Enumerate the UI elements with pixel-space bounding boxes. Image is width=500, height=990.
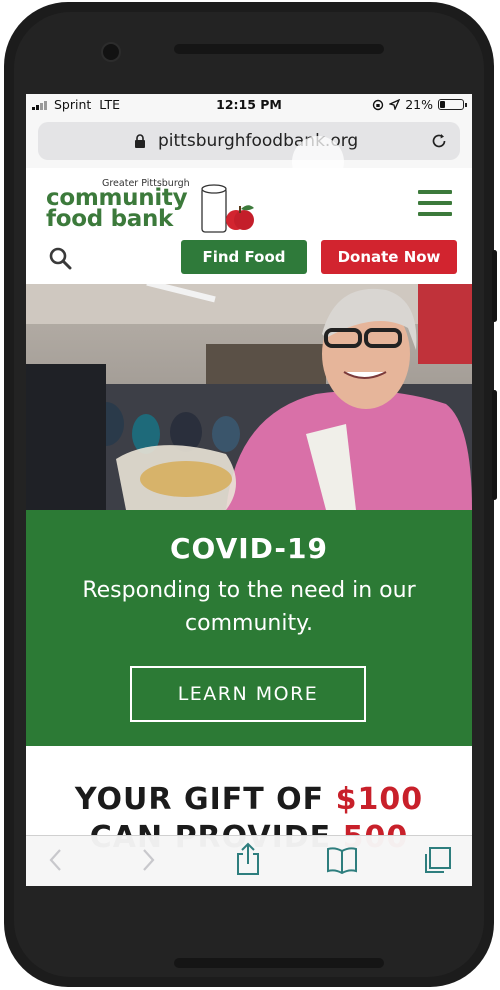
orientation-lock-icon xyxy=(373,99,384,110)
phone-screen: Sprint LTE 12:15 PM 21% pittsburghfoodba… xyxy=(26,94,472,886)
bookmarks-icon[interactable] xyxy=(326,846,358,874)
covid-title: COVID-19 xyxy=(169,532,329,565)
status-bar: Sprint LTE 12:15 PM 21% xyxy=(26,94,472,116)
address-bar[interactable]: pittsburghfoodbank.org xyxy=(38,122,460,160)
reload-icon[interactable] xyxy=(430,132,448,150)
find-food-button[interactable]: Find Food xyxy=(181,240,307,274)
battery-percent: 21% xyxy=(405,97,433,112)
hero-photo xyxy=(26,284,472,510)
back-icon[interactable] xyxy=(46,846,66,874)
share-icon[interactable] xyxy=(234,842,262,876)
nav-row: Find Food Donate Now xyxy=(26,236,472,284)
site-header: Greater Pittsburgh community food bank xyxy=(26,168,472,236)
bottom-speaker xyxy=(174,958,384,968)
battery-icon xyxy=(438,99,467,110)
lock-icon xyxy=(135,134,145,148)
volume-button xyxy=(492,250,497,322)
browser-address-area: pittsburghfoodbank.org xyxy=(26,116,472,188)
browser-toolbar xyxy=(26,835,472,886)
status-right: 21% xyxy=(372,97,467,112)
gift-amount: $100 xyxy=(335,782,424,817)
gift-headline-line1: YOUR GIFT OF $100 xyxy=(74,782,424,817)
covid-banner: COVID-19 Responding to the need in our c… xyxy=(26,510,472,746)
hero-illustration xyxy=(26,284,472,510)
earpiece-speaker xyxy=(174,44,384,54)
location-icon xyxy=(389,99,401,110)
tabs-icon[interactable] xyxy=(422,846,452,876)
front-camera-icon xyxy=(101,42,121,62)
hamburger-menu-icon[interactable] xyxy=(418,190,452,223)
search-icon[interactable] xyxy=(48,246,72,270)
donate-now-button[interactable]: Donate Now xyxy=(321,240,457,274)
power-button xyxy=(492,390,497,500)
learn-more-button[interactable]: LEARN MORE xyxy=(130,666,366,722)
can-apple-icon xyxy=(201,184,254,233)
forward-icon[interactable] xyxy=(138,846,158,874)
logo-text-food-bank[interactable]: food bank xyxy=(46,208,173,231)
covid-subtitle: Responding to the need in our community. xyxy=(82,578,416,636)
